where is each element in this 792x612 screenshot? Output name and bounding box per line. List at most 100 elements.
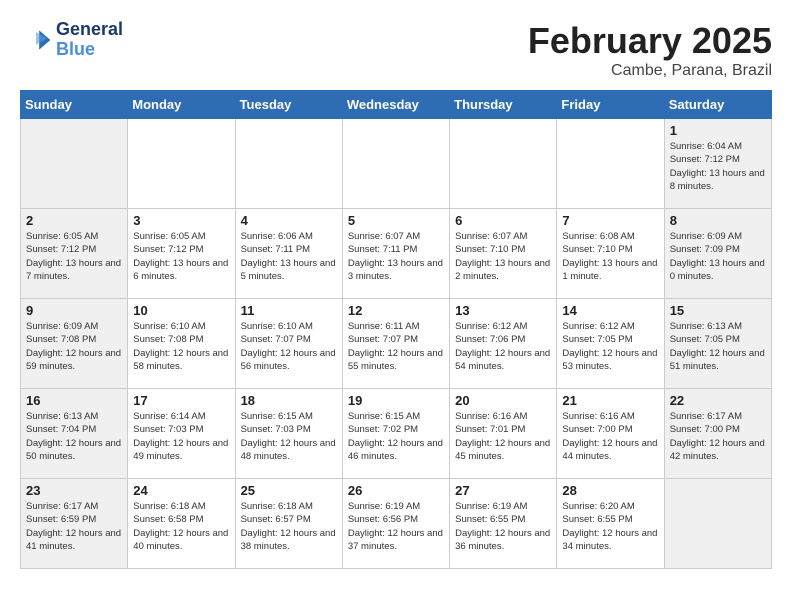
calendar-week-row: 23 Sunrise: 6:17 AM Sunset: 6:59 PM Dayli… [21,479,772,569]
calendar-day-cell: 24Sunrise: 6:18 AM Sunset: 6:58 PM Dayli… [128,479,235,569]
day-info: Sunrise: 6:14 AM Sunset: 7:03 PM Dayligh… [133,410,229,463]
day-info: Sunrise: 6:13 AM Sunset: 7:05 PM Dayligh… [670,320,766,373]
calendar-day-cell [128,119,235,209]
day-number: 12 [348,303,444,318]
day-number: 6 [455,213,551,228]
calendar-day-cell [557,119,664,209]
calendar-day-cell: 8 Sunrise: 6:09 AM Sunset: 7:09 PM Daylig… [664,209,771,299]
day-number: 25 [241,483,337,498]
logo-icon [20,24,52,56]
day-info: Sunrise: 6:07 AM Sunset: 7:10 PM Dayligh… [455,230,551,283]
day-info: Sunrise: 6:15 AM Sunset: 7:02 PM Dayligh… [348,410,444,463]
day-number: 5 [348,213,444,228]
day-number: 17 [133,393,229,408]
calendar-day-cell [342,119,449,209]
calendar-day-cell: 23 Sunrise: 6:17 AM Sunset: 6:59 PM Dayli… [21,479,128,569]
day-info: Sunrise: 6:17 AM Sunset: 6:59 PM Dayligh… [26,500,122,553]
day-number: 20 [455,393,551,408]
calendar-day-cell: 25Sunrise: 6:18 AM Sunset: 6:57 PM Dayli… [235,479,342,569]
calendar-table: SundayMondayTuesdayWednesdayThursdayFrid… [20,90,772,569]
calendar-day-cell: 4Sunrise: 6:06 AM Sunset: 7:11 PM Daylig… [235,209,342,299]
weekday-header: Monday [128,91,235,119]
day-number: 9 [26,303,122,318]
day-info: Sunrise: 6:04 AM Sunset: 7:12 PM Dayligh… [670,140,766,193]
calendar-day-cell: 9 Sunrise: 6:09 AM Sunset: 7:08 PM Daylig… [21,299,128,389]
day-info: Sunrise: 6:13 AM Sunset: 7:04 PM Dayligh… [26,410,122,463]
day-number: 23 [26,483,122,498]
day-number: 14 [562,303,658,318]
day-number: 27 [455,483,551,498]
day-number: 28 [562,483,658,498]
weekday-header: Thursday [450,91,557,119]
day-number: 15 [670,303,766,318]
page-header: General Blue February 2025 Cambe, Parana… [20,20,772,80]
day-number: 22 [670,393,766,408]
calendar-day-cell: 5Sunrise: 6:07 AM Sunset: 7:11 PM Daylig… [342,209,449,299]
calendar-day-cell: 12 Sunrise: 6:11 AM Sunset: 7:07 PM Dayli… [342,299,449,389]
day-info: Sunrise: 6:17 AM Sunset: 7:00 PM Dayligh… [670,410,766,463]
calendar-week-row: 1 Sunrise: 6:04 AM Sunset: 7:12 PM Daylig… [21,119,772,209]
calendar-day-cell: 6 Sunrise: 6:07 AM Sunset: 7:10 PM Daylig… [450,209,557,299]
day-info: Sunrise: 6:10 AM Sunset: 7:07 PM Dayligh… [241,320,337,373]
day-info: Sunrise: 6:20 AM Sunset: 6:55 PM Dayligh… [562,500,658,553]
weekday-header: Sunday [21,91,128,119]
calendar-day-cell [664,479,771,569]
weekday-header: Saturday [664,91,771,119]
calendar-day-cell [21,119,128,209]
day-info: Sunrise: 6:16 AM Sunset: 7:01 PM Dayligh… [455,410,551,463]
day-number: 2 [26,213,122,228]
day-number: 8 [670,213,766,228]
calendar-day-cell: 10 Sunrise: 6:10 AM Sunset: 7:08 PM Dayli… [128,299,235,389]
day-number: 10 [133,303,229,318]
day-info: Sunrise: 6:09 AM Sunset: 7:08 PM Dayligh… [26,320,122,373]
day-info: Sunrise: 6:05 AM Sunset: 7:12 PM Dayligh… [133,230,229,283]
calendar-day-cell: 20 Sunrise: 6:16 AM Sunset: 7:01 PM Dayli… [450,389,557,479]
month-title: February 2025 [528,20,772,62]
calendar-day-cell: 21Sunrise: 6:16 AM Sunset: 7:00 PM Dayli… [557,389,664,479]
day-info: Sunrise: 6:19 AM Sunset: 6:56 PM Dayligh… [348,500,444,553]
day-info: Sunrise: 6:10 AM Sunset: 7:08 PM Dayligh… [133,320,229,373]
day-number: 18 [241,393,337,408]
day-number: 1 [670,123,766,138]
calendar-day-cell: 22 Sunrise: 6:17 AM Sunset: 7:00 PM Dayli… [664,389,771,479]
day-number: 13 [455,303,551,318]
day-number: 16 [26,393,122,408]
weekday-header: Wednesday [342,91,449,119]
calendar-day-cell [235,119,342,209]
day-info: Sunrise: 6:06 AM Sunset: 7:11 PM Dayligh… [241,230,337,283]
logo-text: General Blue [56,20,123,60]
calendar-day-cell: 19Sunrise: 6:15 AM Sunset: 7:02 PM Dayli… [342,389,449,479]
day-info: Sunrise: 6:11 AM Sunset: 7:07 PM Dayligh… [348,320,444,373]
weekday-header-row: SundayMondayTuesdayWednesdayThursdayFrid… [21,91,772,119]
weekday-header: Friday [557,91,664,119]
calendar-day-cell: 27 Sunrise: 6:19 AM Sunset: 6:55 PM Dayli… [450,479,557,569]
title-block: February 2025 Cambe, Parana, Brazil [528,20,772,80]
calendar-day-cell: 28 Sunrise: 6:20 AM Sunset: 6:55 PM Dayli… [557,479,664,569]
calendar-day-cell: 7 Sunrise: 6:08 AM Sunset: 7:10 PM Daylig… [557,209,664,299]
calendar-day-cell: 17 Sunrise: 6:14 AM Sunset: 7:03 PM Dayli… [128,389,235,479]
calendar-day-cell: 26 Sunrise: 6:19 AM Sunset: 6:56 PM Dayli… [342,479,449,569]
day-number: 21 [562,393,658,408]
day-number: 24 [133,483,229,498]
calendar-day-cell: 1 Sunrise: 6:04 AM Sunset: 7:12 PM Daylig… [664,119,771,209]
calendar-day-cell: 3Sunrise: 6:05 AM Sunset: 7:12 PM Daylig… [128,209,235,299]
day-number: 26 [348,483,444,498]
calendar-day-cell: 16 Sunrise: 6:13 AM Sunset: 7:04 PM Dayli… [21,389,128,479]
day-info: Sunrise: 6:09 AM Sunset: 7:09 PM Dayligh… [670,230,766,283]
calendar-day-cell: 15 Sunrise: 6:13 AM Sunset: 7:05 PM Dayli… [664,299,771,389]
day-number: 7 [562,213,658,228]
day-info: Sunrise: 6:15 AM Sunset: 7:03 PM Dayligh… [241,410,337,463]
calendar-day-cell: 18 Sunrise: 6:15 AM Sunset: 7:03 PM Dayli… [235,389,342,479]
day-info: Sunrise: 6:12 AM Sunset: 7:05 PM Dayligh… [562,320,658,373]
calendar-week-row: 9 Sunrise: 6:09 AM Sunset: 7:08 PM Daylig… [21,299,772,389]
calendar-day-cell: 14 Sunrise: 6:12 AM Sunset: 7:05 PM Dayli… [557,299,664,389]
calendar-day-cell: 13 Sunrise: 6:12 AM Sunset: 7:06 PM Dayli… [450,299,557,389]
day-info: Sunrise: 6:12 AM Sunset: 7:06 PM Dayligh… [455,320,551,373]
calendar-day-cell: 11 Sunrise: 6:10 AM Sunset: 7:07 PM Dayli… [235,299,342,389]
day-number: 11 [241,303,337,318]
calendar-day-cell [450,119,557,209]
weekday-header: Tuesday [235,91,342,119]
day-info: Sunrise: 6:19 AM Sunset: 6:55 PM Dayligh… [455,500,551,553]
day-info: Sunrise: 6:08 AM Sunset: 7:10 PM Dayligh… [562,230,658,283]
day-info: Sunrise: 6:05 AM Sunset: 7:12 PM Dayligh… [26,230,122,283]
